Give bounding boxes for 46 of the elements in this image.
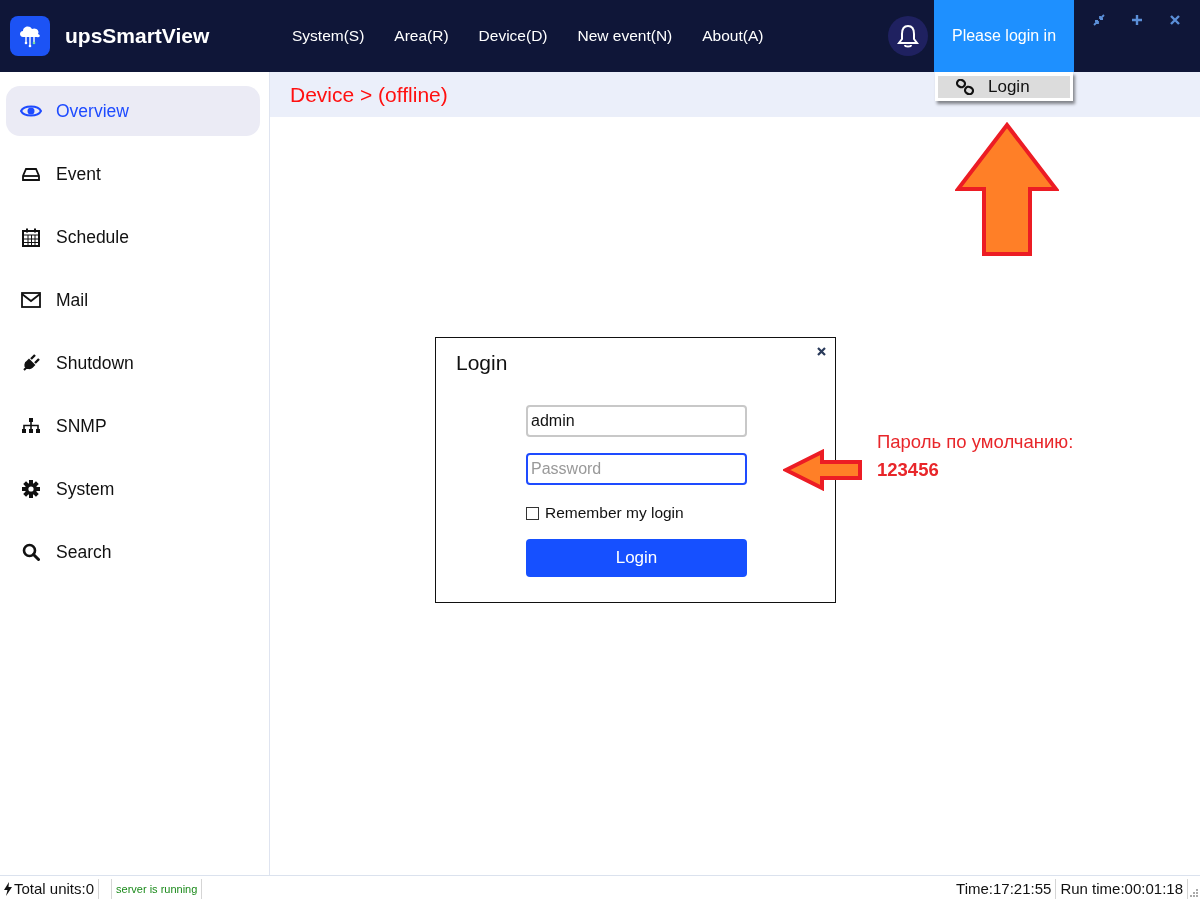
- sidebar-item[interactable]: Mail: [6, 275, 260, 325]
- server-status: server is running: [116, 882, 198, 895]
- dropdown-item[interactable]: Login: [938, 76, 1070, 98]
- remember-label[interactable]: Remember my login: [545, 504, 684, 522]
- lightning-icon: [4, 881, 12, 896]
- plus-icon[interactable]: [1131, 14, 1143, 26]
- search-icon: [22, 543, 40, 561]
- bell-icon: [897, 24, 919, 48]
- eye-icon: [20, 103, 42, 119]
- menu-item[interactable]: Device(D): [478, 27, 548, 45]
- close-icon[interactable]: [1169, 14, 1181, 26]
- menu-item[interactable]: System(S): [292, 27, 365, 45]
- sidebar-item[interactable]: System: [6, 464, 260, 514]
- sidebar-item[interactable]: Search: [6, 527, 260, 577]
- password-field[interactable]: Password: [526, 453, 747, 485]
- gear-icon: [22, 480, 40, 498]
- drive-icon: [22, 166, 40, 182]
- network-icon: [22, 418, 40, 434]
- remember-checkbox[interactable]: [526, 506, 539, 520]
- menu-item[interactable]: Area(R): [394, 27, 449, 45]
- app-logo: [10, 16, 50, 56]
- plug-icon: [21, 353, 41, 373]
- sidebar-item[interactable]: Overview: [6, 86, 260, 136]
- app-title: upsSmartView: [65, 24, 211, 48]
- sidebar-item[interactable]: SNMP: [6, 401, 260, 451]
- dialog-title: Login: [456, 351, 508, 375]
- restore-icon[interactable]: [1093, 14, 1105, 26]
- breadcrumb: Device > (offline): [290, 82, 448, 107]
- username-field[interactable]: admin: [526, 405, 747, 437]
- menu-item[interactable]: About(A): [702, 27, 764, 45]
- annotation-text: Пароль по умолчанию:: [877, 431, 1074, 452]
- calendar-icon: [22, 227, 40, 247]
- menu-item[interactable]: New event(N): [577, 27, 673, 45]
- login-button[interactable]: Login: [526, 539, 747, 577]
- close-icon[interactable]: [817, 347, 826, 356]
- total-units: Total units:0: [14, 880, 95, 897]
- sidebar-item[interactable]: Shutdown: [6, 338, 260, 388]
- link-icon: [956, 79, 974, 95]
- annotation-value: 123456: [877, 458, 940, 482]
- sidebar-item[interactable]: Schedule: [6, 212, 260, 262]
- run-time: Run time:00:01:18: [1060, 880, 1183, 897]
- clock-time: Time:17:21:55: [956, 880, 1052, 897]
- resize-grip-icon[interactable]: [1190, 888, 1198, 897]
- sidebar-item[interactable]: Event: [6, 149, 260, 199]
- notification-button[interactable]: [888, 16, 928, 56]
- envelope-icon: [21, 292, 41, 308]
